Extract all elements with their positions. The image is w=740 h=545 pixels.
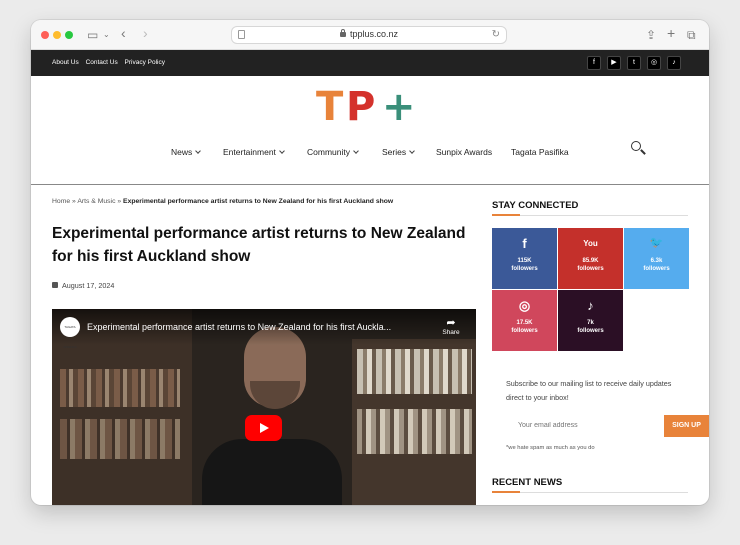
breadcrumb-section[interactable]: Arts & Music [77,198,115,205]
browser-window: ▭ ⌄ ‹ › tpplus.co.nz ↻ ⇪ + ⧉ About Us Co… [31,20,709,505]
browser-toolbar: ▭ ⌄ ‹ › tpplus.co.nz ↻ ⇪ + ⧉ [31,20,709,50]
nav-divider [31,184,709,185]
nav-label: News [171,147,193,157]
privacy-policy-link[interactable]: Privacy Policy [125,59,165,66]
chevron-down-icon[interactable]: ⌄ [103,27,110,43]
url-text: tpplus.co.nz [349,29,399,39]
nav-label: Community [307,147,350,157]
search-icon[interactable] [631,141,646,155]
nav-label: Entertainment [223,147,276,157]
twitter-followers-tile[interactable]: 🐦 6.3k followers [624,228,689,289]
nav-item-sunpix-awards[interactable]: Sunpix Awards [436,147,492,157]
share-label: Share [442,329,460,336]
subscribe-text: Subscribe to our mailing list to receive… [506,379,672,402]
new-tab-icon[interactable]: + [667,25,675,41]
reload-icon[interactable]: ↻ [492,29,500,40]
chevron-down-icon [353,148,359,154]
youtube-icon: You [583,239,598,248]
nav-item-tagata-pasifika[interactable]: Tagata Pasifika [511,147,569,157]
share-button[interactable]: ➦ Share [439,317,463,336]
share-arrow-icon: ➦ [446,317,456,329]
nav-item-entertainment[interactable]: Entertainment [223,147,285,157]
nav-item-series[interactable]: Series [382,147,415,157]
breadcrumb: Home » Arts & Music » Experimental perfo… [52,198,393,205]
nav-label: Sunpix Awards [436,147,493,157]
spam-note: *we hate spam as much as you do [506,445,595,451]
follower-label: followers [643,266,670,272]
chevron-down-icon [409,148,415,154]
nav-label: Series [382,147,407,157]
top-bar: About Us Contact Us Privacy Policy f ▶ t… [31,50,709,76]
follower-count: 7k [587,320,594,326]
facebook-icon: f [522,236,527,251]
follower-label: followers [511,266,538,272]
instagram-icon: ◎ [518,298,531,313]
instagram-icon[interactable]: ◎ [647,56,661,70]
twitter-icon: 🐦 [649,237,664,249]
breadcrumb-separator: » [117,198,122,205]
play-button[interactable] [245,415,282,441]
page-title: Experimental performance artist returns … [52,225,466,265]
facebook-icon[interactable]: f [587,56,601,70]
maximize-window-button[interactable] [65,31,73,39]
chevron-down-icon [279,148,285,154]
forward-icon[interactable]: › [143,25,148,41]
follower-label: followers [511,328,538,334]
follower-count: 17.5K [516,320,533,326]
logo-letter-p: P [346,84,376,130]
facebook-followers-tile[interactable]: f 115K followers [492,228,557,289]
minimize-window-button[interactable] [53,31,61,39]
video-title[interactable]: Experimental performance artist returns … [87,322,432,332]
calendar-icon [52,282,58,288]
back-icon[interactable]: ‹ [121,25,126,41]
share-icon[interactable]: ⇪ [646,27,656,43]
stay-connected-heading: STAY CONNECTED [492,200,579,211]
channel-avatar[interactable]: TAGATA PASIFIKA [60,317,80,349]
nav-item-community[interactable]: Community [307,147,359,157]
video-player[interactable]: TAGATA PASIFIKA Experimental performance… [52,309,476,505]
breadcrumb-current: Experimental performance artist returns … [123,198,394,205]
youtube-followers-tile[interactable]: You 85.9K followers [558,228,623,289]
tiktok-followers-tile[interactable]: ♪ 7k followers [558,290,623,351]
about-us-link[interactable]: About Us [52,59,79,66]
breadcrumb-separator: » [72,198,76,205]
nav-item-news[interactable]: News [171,147,202,157]
logo-plus: + [382,84,416,130]
twitter-icon[interactable]: t [627,56,641,70]
tiktok-icon[interactable]: ♪ [667,56,681,70]
nav-label: Tagata Pasifika [511,147,569,157]
top-links: About Us Contact Us Privacy Policy [52,59,170,66]
email-field[interactable] [506,415,663,437]
follower-count: 115K [517,258,532,264]
sign-up-button[interactable]: SIGN UP [664,415,709,437]
close-window-button[interactable] [41,31,49,39]
youtube-icon[interactable]: ▶ [607,56,621,70]
follower-count: 85.9K [582,258,599,264]
instagram-followers-tile[interactable]: ◎ 17.5K followers [492,290,557,351]
address-bar[interactable]: tpplus.co.nz ↻ [231,26,507,44]
chevron-down-icon [195,148,202,154]
breadcrumb-home[interactable]: Home [52,198,70,205]
logo-letter-t: T [316,84,344,130]
follower-count: 6.3k [650,258,663,264]
tiktok-icon: ♪ [587,298,594,313]
tab-overview-icon[interactable]: ⧉ [687,27,696,43]
sidebar-toggle-icon[interactable]: ▭ [87,27,98,43]
lock-icon [339,29,346,37]
follower-label: followers [577,328,604,334]
recent-news-heading: RECENT NEWS [492,477,563,488]
post-date: August 17, 2024 [52,281,114,290]
contact-us-link[interactable]: Contact Us [86,59,118,66]
follower-label: followers [577,266,604,272]
date-text: August 17, 2024 [62,281,115,290]
